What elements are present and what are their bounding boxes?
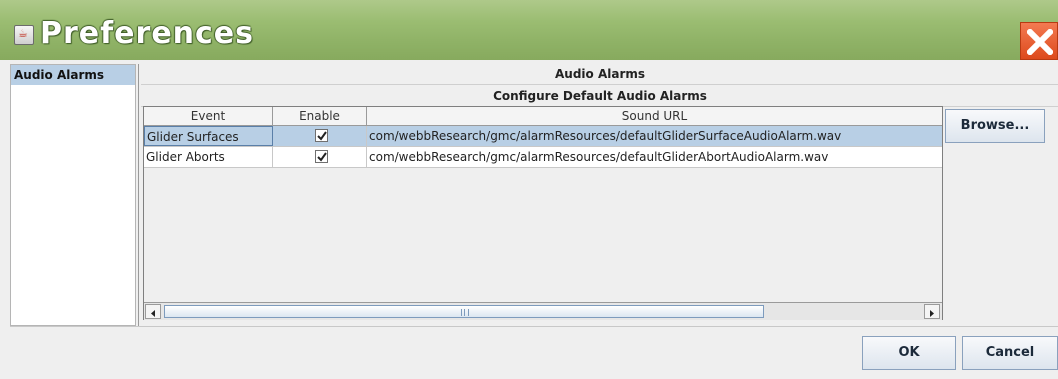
java-cup-icon: ☕: [14, 25, 34, 45]
enable-checkbox[interactable]: [315, 129, 328, 142]
title-bar[interactable]: ☕ Preferences: [0, 0, 1058, 60]
enable-cell[interactable]: [273, 126, 367, 146]
arrow-right-icon: [930, 310, 934, 317]
scroll-left-button[interactable]: [145, 304, 161, 319]
checkmark-icon: [317, 131, 327, 141]
table-row[interactable]: Glider Surfaces com/webbResearch/gmc/ala…: [144, 126, 942, 147]
scrollbar-thumb[interactable]: [164, 305, 764, 318]
divider: [10, 326, 1058, 327]
column-header-sound-url[interactable]: Sound URL: [367, 107, 942, 125]
browse-button[interactable]: Browse...: [945, 109, 1045, 143]
table-header: Event Enable Sound URL: [144, 107, 942, 126]
horizontal-scrollbar[interactable]: [144, 302, 942, 320]
sound-url-cell[interactable]: com/webbResearch/gmc/alarmResources/defa…: [367, 147, 942, 167]
scroll-right-button[interactable]: [924, 304, 940, 319]
preferences-window: ☕ Preferences Audio Alarms Audio Alarms …: [0, 0, 1058, 379]
ok-button[interactable]: OK: [862, 336, 956, 370]
sound-url-cell[interactable]: com/webbResearch/gmc/alarmResources/defa…: [367, 126, 942, 146]
window-title: Preferences: [40, 16, 255, 51]
event-cell[interactable]: Glider Aborts: [144, 147, 273, 167]
audio-alarms-table: Event Enable Sound URL Glider Surfaces c…: [143, 106, 943, 320]
table-row[interactable]: Glider Aborts com/webbResearch/gmc/alarm…: [144, 147, 942, 168]
preferences-category-list: Audio Alarms: [10, 64, 136, 326]
close-button[interactable]: [1020, 22, 1058, 60]
panel-title: Audio Alarms: [141, 64, 1058, 85]
scrollbar-grip-icon: [461, 309, 469, 316]
panel-subtitle: Configure Default Audio Alarms: [141, 86, 1058, 107]
sidebar-item-audio-alarms[interactable]: Audio Alarms: [11, 65, 135, 85]
event-cell[interactable]: Glider Surfaces: [144, 126, 273, 146]
column-header-enable[interactable]: Enable: [273, 107, 367, 125]
audio-alarms-panel: Audio Alarms Configure Default Audio Ala…: [138, 64, 1058, 326]
cancel-button[interactable]: Cancel: [962, 336, 1058, 370]
arrow-left-icon: [151, 310, 155, 317]
close-x-icon: [1027, 29, 1053, 55]
enable-cell[interactable]: [273, 147, 367, 167]
checkmark-icon: [317, 152, 327, 162]
column-header-event[interactable]: Event: [144, 107, 273, 125]
enable-checkbox[interactable]: [315, 150, 328, 163]
